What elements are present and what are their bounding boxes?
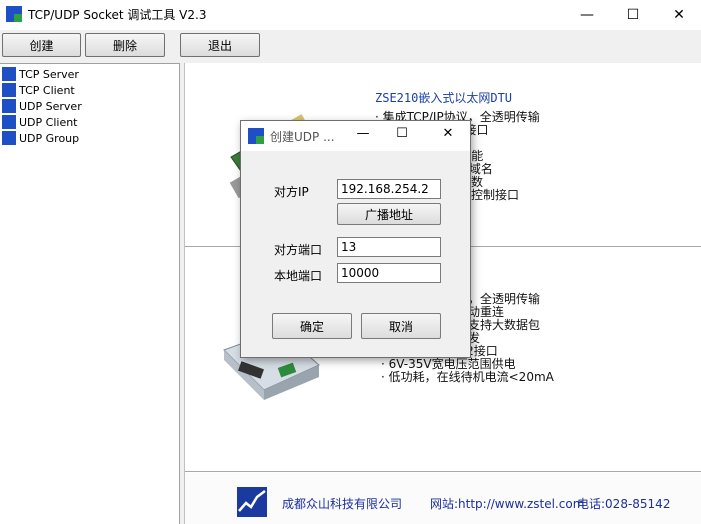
company-phone: 电话:028-85142 xyxy=(577,497,671,511)
cancel-button[interactable]: 取消 xyxy=(361,313,441,339)
tree-item-label: UDP Client xyxy=(19,115,78,129)
tree-item-udp-group[interactable]: UDP Group xyxy=(0,130,179,146)
footer: 成都众山科技有限公司 网站:http://www.zstel.com 电话:02… xyxy=(185,473,701,524)
close-button[interactable]: ✕ xyxy=(656,0,701,30)
company-website[interactable]: 网站:http://www.zstel.com xyxy=(430,495,584,512)
dialog-maximize-button[interactable]: ☐ xyxy=(387,126,417,141)
tree-item-tcp-client[interactable]: TCP Client xyxy=(0,82,179,98)
app-icon xyxy=(6,6,22,22)
remote-ip-label: 对方IP xyxy=(274,185,309,199)
network-icon xyxy=(2,67,16,81)
dialog-minimize-button[interactable]: — xyxy=(348,126,378,141)
local-port-input[interactable] xyxy=(337,263,441,283)
product1-title: ZSE210嵌入式以太网DTU xyxy=(375,91,513,105)
remote-port-label: 对方端口 xyxy=(274,243,323,257)
dialog-title-bar: 创建UDP ... — ☐ ✕ xyxy=(241,121,470,151)
window-title: TCP/UDP Socket 调试工具 V2.3 xyxy=(28,8,207,22)
tree-item-udp-client[interactable]: UDP Client xyxy=(0,114,179,130)
connection-tree: TCP Server TCP Client UDP Server UDP Cli… xyxy=(0,63,180,524)
tree-item-udp-server[interactable]: UDP Server xyxy=(0,98,179,114)
tree-item-label: UDP Group xyxy=(19,131,80,145)
remote-ip-input[interactable] xyxy=(337,179,441,199)
create-button[interactable]: 创建 xyxy=(2,33,81,57)
delete-button[interactable]: 删除 xyxy=(85,33,165,57)
network-icon xyxy=(2,115,16,129)
network-icon xyxy=(2,99,16,113)
minimize-button[interactable]: — xyxy=(564,0,610,30)
dialog-close-button[interactable]: ✕ xyxy=(433,126,463,141)
create-udp-dialog: 创建UDP ... — ☐ ✕ 对方IP 广播地址 对方端口 本地端口 确定 取… xyxy=(240,120,471,358)
footer-divider xyxy=(185,471,701,472)
tree-item-label: UDP Server xyxy=(19,99,82,113)
company-name: 成都众山科技有限公司 xyxy=(282,497,403,511)
network-icon xyxy=(2,131,16,145)
remote-port-input[interactable] xyxy=(337,237,441,257)
tree-item-label: TCP Client xyxy=(19,83,75,97)
ok-button[interactable]: 确定 xyxy=(272,313,352,339)
feature-line: · 低功耗，在线待机电流<20mA xyxy=(381,370,554,384)
title-bar: TCP/UDP Socket 调试工具 V2.3 — ☐ ✕ xyxy=(0,0,701,30)
company-logo-icon xyxy=(237,487,267,517)
tree-item-label: TCP Server xyxy=(19,67,79,81)
dialog-title: 创建UDP ... xyxy=(270,130,335,144)
local-port-label: 本地端口 xyxy=(274,269,323,283)
toolbar: 创建 删除 退出 xyxy=(0,30,701,63)
maximize-button[interactable]: ☐ xyxy=(610,0,656,30)
network-icon xyxy=(2,83,16,97)
app-icon xyxy=(248,128,264,144)
exit-button[interactable]: 退出 xyxy=(180,33,260,57)
broadcast-address-button[interactable]: 广播地址 xyxy=(337,203,441,225)
tree-item-tcp-server[interactable]: TCP Server xyxy=(0,66,179,82)
